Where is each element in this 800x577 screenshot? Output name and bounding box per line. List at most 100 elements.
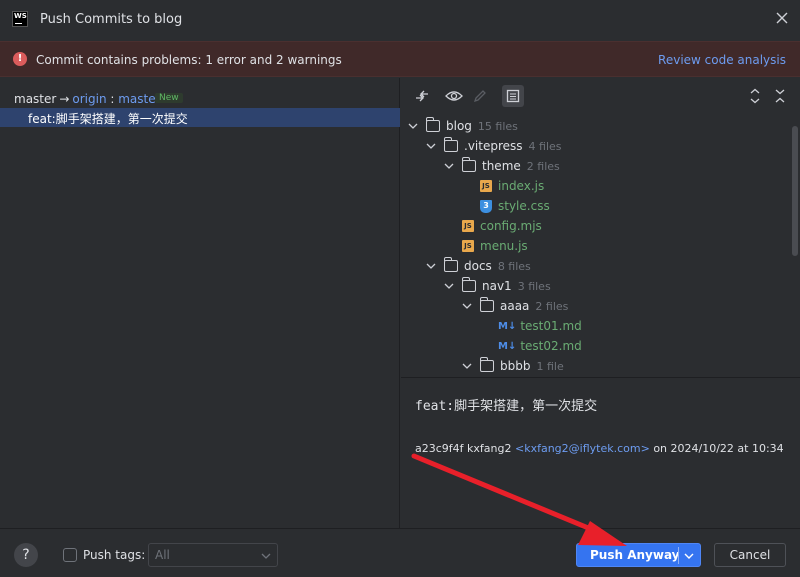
file-name: test01.md — [520, 319, 582, 333]
tree-file-style-css[interactable]: 3 style.css — [480, 196, 550, 216]
chevron-down-icon[interactable] — [462, 361, 472, 371]
remote-separator: : — [106, 92, 119, 106]
tree-folder-theme[interactable]: theme 2 files — [444, 156, 560, 176]
markdown-file-icon: M↓ — [498, 320, 517, 332]
commits-pane: master → origin : master New feat:脚手架搭建，第一… — [0, 78, 400, 528]
file-name: test02.md — [520, 339, 582, 353]
chevron-down-icon[interactable] — [408, 121, 418, 131]
view-button[interactable] — [443, 85, 465, 107]
commit-details: feat:脚手架搭建，第一次提交 a23c9f4f kxfang2 <kxfan… — [401, 379, 800, 528]
edit-button[interactable] — [469, 85, 491, 107]
new-badge: New — [155, 93, 183, 103]
tree-file-test02-md[interactable]: M↓ test02.md — [498, 336, 582, 356]
chevron-down-icon[interactable] — [462, 301, 472, 311]
chevron-down-icon[interactable] — [444, 281, 454, 291]
window-title: Push Commits to blog — [40, 12, 183, 27]
push-anyway-button[interactable]: Push Anyway — [576, 543, 701, 567]
tree-file-test01-md[interactable]: M↓ test01.md — [498, 316, 582, 336]
folder-name: .vitepress — [464, 139, 523, 153]
file-name: index.js — [498, 179, 545, 193]
tree-file-menu-js[interactable]: JS menu.js — [462, 236, 528, 256]
collapse-all-icon — [775, 89, 785, 103]
preview-diff-button[interactable] — [502, 85, 524, 107]
details-commit-message: feat:脚手架搭建，第一次提交 — [415, 399, 598, 414]
markdown-file-icon: M↓ — [498, 340, 517, 352]
commit-date: on 2024/10/22 at 10:34 — [653, 442, 784, 455]
tree-folder-docs[interactable]: docs 8 files — [426, 256, 531, 276]
cancel-button[interactable]: Cancel — [714, 543, 786, 567]
folder-name: theme — [482, 159, 521, 173]
file-count: 1 file — [536, 359, 564, 373]
preview-icon — [506, 89, 520, 103]
tree-folder-bbbb[interactable]: bbbb 1 file — [462, 356, 564, 376]
expand-all-icon — [750, 88, 760, 104]
problem-message: Commit contains problems: 1 error and 2 … — [36, 53, 342, 67]
javascript-file-icon: JS — [462, 220, 474, 232]
tree-file-config-mjs[interactable]: JS config.mjs — [462, 216, 542, 236]
folder-icon — [461, 277, 476, 292]
file-name: style.css — [498, 199, 550, 213]
author-email-link[interactable]: <kxfang2@iflytek.com> — [515, 442, 650, 455]
pencil-icon — [473, 90, 486, 103]
collapse-all-button[interactable] — [769, 85, 791, 107]
tree-folder-aaaa[interactable]: aaaa 2 files — [462, 296, 568, 316]
tree-folder-nav1[interactable]: nav1 3 files — [444, 276, 551, 296]
compare-button[interactable] — [411, 85, 433, 107]
file-count: 8 files — [497, 259, 531, 273]
close-icon[interactable] — [774, 10, 790, 26]
compare-arrows-icon — [416, 90, 428, 102]
file-count: 15 files — [477, 119, 518, 133]
folder-name: aaaa — [500, 299, 530, 313]
push-tags-checkbox[interactable] — [63, 548, 77, 562]
chevron-down-icon — [261, 553, 271, 559]
problem-banner: ! Commit contains problems: 1 error and … — [0, 41, 800, 77]
folder-icon — [479, 297, 494, 312]
css-file-icon: 3 — [480, 199, 492, 213]
tree-folder-vitepress[interactable]: .vitepress 4 files — [426, 136, 562, 156]
folder-icon — [443, 257, 458, 272]
tags-select[interactable]: All — [148, 543, 278, 567]
push-tags-label: Push tags: — [83, 548, 146, 562]
local-branch: master — [14, 92, 57, 106]
cancel-label: Cancel — [729, 548, 771, 562]
chevron-down-icon[interactable] — [444, 161, 454, 171]
javascript-file-icon: JS — [462, 240, 474, 252]
push-anyway-label: Push Anyway — [590, 548, 680, 562]
file-count: 2 files — [535, 299, 569, 313]
file-name: config.mjs — [480, 219, 542, 233]
file-name: menu.js — [480, 239, 528, 253]
eye-icon — [445, 91, 463, 101]
webstorm-logo-icon: WS — [12, 11, 28, 27]
chevron-down-icon[interactable] — [426, 261, 436, 271]
commit-author: kxfang2 — [467, 442, 512, 455]
commit-row[interactable]: feat:脚手架搭建，第一次提交 — [0, 108, 400, 127]
changes-toolbar — [401, 78, 800, 113]
tree-scrollbar[interactable] — [792, 126, 798, 256]
file-count: 3 files — [517, 279, 551, 293]
push-arrow: → — [59, 92, 70, 106]
folder-icon — [479, 357, 494, 372]
folder-icon — [461, 157, 476, 172]
review-code-analysis-link[interactable]: Review code analysis — [658, 53, 786, 67]
branch-row[interactable]: master → origin : master — [14, 92, 161, 106]
logo-text: WS — [14, 12, 27, 20]
commit-hash: a23c9f4f — [415, 442, 464, 455]
commit-message: feat:脚手架搭建，第一次提交 — [28, 112, 188, 126]
folder-name: blog — [446, 119, 472, 133]
folder-name: docs — [464, 259, 492, 273]
tree-file-index-js[interactable]: JS index.js — [480, 176, 544, 196]
folder-icon — [443, 137, 458, 152]
error-icon: ! — [13, 52, 27, 66]
javascript-file-icon: JS — [480, 180, 492, 192]
expand-all-button[interactable] — [744, 85, 766, 107]
chevron-down-icon[interactable] — [426, 141, 436, 151]
remote-name[interactable]: origin — [72, 92, 106, 106]
tree-folder-blog[interactable]: blog 15 files — [408, 116, 518, 136]
chevron-down-icon[interactable] — [684, 552, 694, 560]
dialog-footer: ? Push tags: All Push Anyway Cancel — [0, 528, 800, 577]
commit-info: a23c9f4f kxfang2 <kxfang2@iflytek.com> o… — [415, 442, 784, 455]
file-count: 2 files — [526, 159, 560, 173]
file-tree: blog 15 files .vitepress 4 files theme 2 fi… — [401, 116, 791, 378]
help-button[interactable]: ? — [14, 543, 38, 567]
folder-icon — [425, 117, 440, 132]
